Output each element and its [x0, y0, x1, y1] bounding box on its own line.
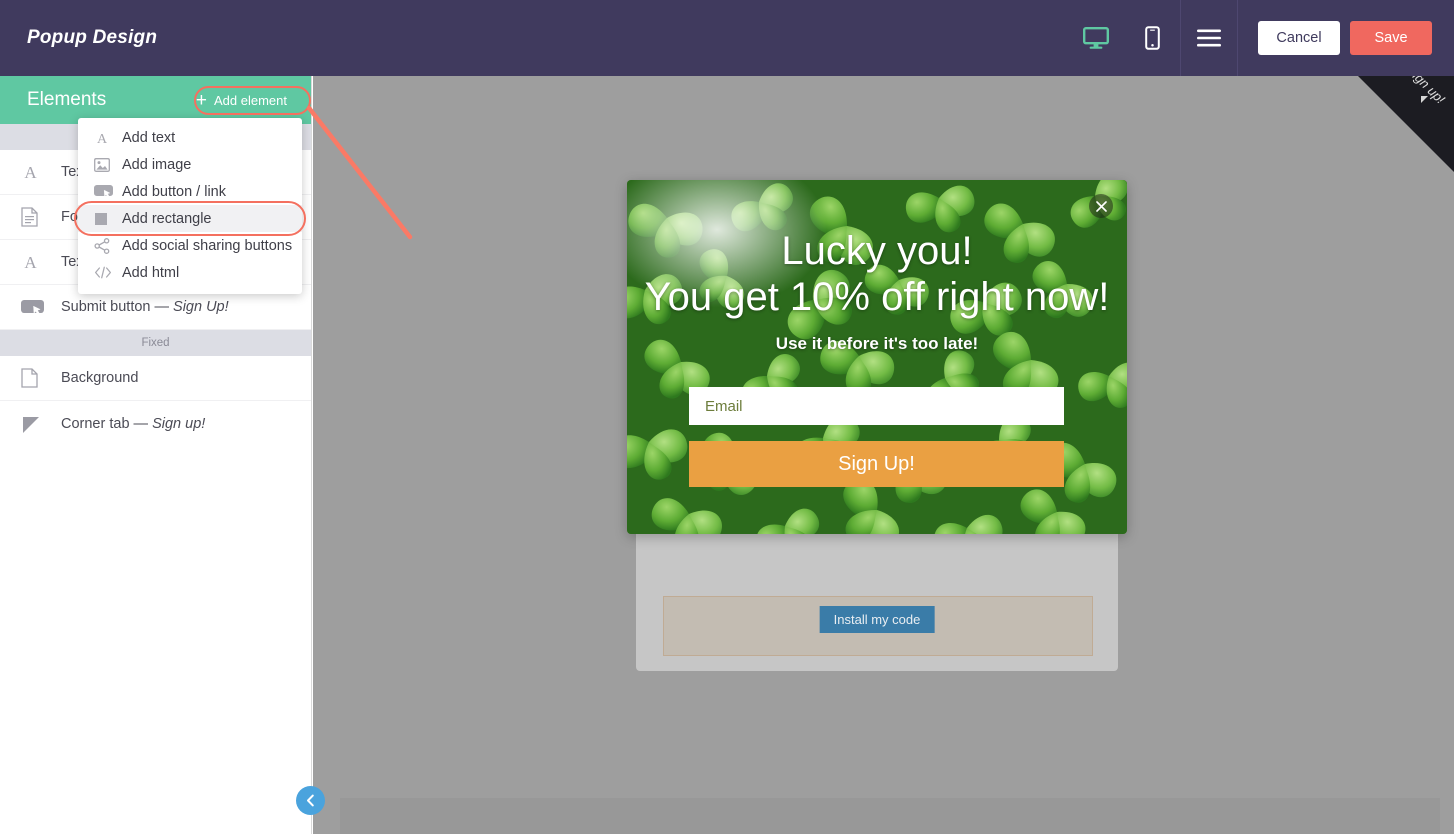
menu-item-label: Add text [122, 129, 176, 146]
sidebar-group-header-fixed: Fixed [0, 330, 311, 356]
menu-item-add-text[interactable]: A Add text [78, 124, 302, 151]
sidebar-item-corner-tab[interactable]: Corner tab — Sign up! [0, 401, 311, 446]
sidebar-item-label: Submit button — Sign Up! [61, 299, 229, 315]
popup-headline-line2: You get 10% off right now! [644, 275, 1110, 319]
add-html-icon [94, 266, 122, 279]
popup-headline: Lucky you! You get 10% off right now! [627, 228, 1127, 320]
add-element-label: Add element [214, 92, 287, 108]
menu-item-add-image[interactable]: Add image [78, 151, 302, 178]
sidebar-header: Elements + Add element [0, 76, 311, 124]
sidebar-title: Elements [27, 89, 107, 110]
svg-text:A: A [97, 132, 108, 146]
canvas-bottom-shade [340, 798, 1440, 834]
desktop-icon [1083, 27, 1109, 49]
sidebar-item-background[interactable]: Background [0, 356, 311, 401]
corner-tab-icon [21, 414, 61, 434]
desktop-view-button[interactable] [1068, 0, 1124, 76]
collapse-sidebar-button[interactable] [296, 786, 325, 815]
add-image-icon [94, 157, 122, 172]
top-bar: Popup Design Cancel Save [0, 0, 1454, 76]
page-title: Popup Design [27, 27, 158, 48]
save-button[interactable]: Save [1350, 21, 1432, 55]
design-canvas: Install my code Lucky you! You get 10% o… [313, 76, 1454, 834]
add-rectangle-icon [94, 212, 122, 226]
svg-text:A: A [24, 163, 37, 182]
popup-design-editor: Popup Design Cancel Save Elements + Add … [0, 0, 1454, 834]
sidebar-item-label: Background [61, 370, 139, 386]
mobile-view-button[interactable] [1124, 0, 1180, 76]
cancel-button[interactable]: Cancel [1258, 21, 1340, 55]
popup-close-button[interactable] [1089, 194, 1113, 218]
form-icon [21, 207, 61, 227]
menu-item-add-social-sharing-buttons[interactable]: Add social sharing buttons [78, 232, 302, 259]
hamburger-menu-button[interactable] [1181, 0, 1237, 76]
menu-item-label: Add image [122, 156, 192, 173]
menu-item-add-html[interactable]: Add html [78, 259, 302, 286]
hamburger-menu-icon [1197, 29, 1221, 47]
text-icon: A [21, 163, 61, 182]
text-icon: A [21, 253, 61, 272]
install-my-code-button[interactable]: Install my code [819, 606, 935, 633]
popup-preview[interactable]: Lucky you! You get 10% off right now! Us… [627, 180, 1127, 534]
menu-item-label: Add social sharing buttons [122, 237, 293, 254]
top-bar-actions: Cancel Save [1068, 0, 1454, 76]
mobile-icon [1144, 26, 1160, 50]
menu-item-add-rectangle[interactable]: Add rectangle [74, 201, 306, 236]
page-icon [21, 368, 61, 388]
corner-tab[interactable]: Sign up! [1358, 76, 1454, 172]
popup-subheadline: Use it before it's too late! [775, 334, 979, 353]
menu-item-label: Add html [122, 264, 180, 281]
popup-content: Lucky you! You get 10% off right now! Us… [627, 180, 1127, 534]
sidebar-item-label: Corner tab — Sign up! [61, 415, 206, 432]
add-element-button[interactable]: + Add element [186, 86, 297, 115]
menu-item-add-button-link[interactable]: Add button / link [78, 178, 302, 205]
chevron-left-icon [307, 794, 314, 807]
plus-icon: + [195, 89, 207, 111]
add-button-icon [94, 185, 122, 198]
add-text-icon: A [94, 130, 122, 146]
svg-text:A: A [24, 253, 37, 272]
add-element-dropdown: A Add text Add image Add button / link A… [74, 118, 306, 294]
popup-headline-line1: Lucky you! [781, 229, 973, 273]
close-icon [1095, 200, 1107, 212]
button-icon [21, 299, 61, 315]
add-social-icon [94, 237, 122, 254]
menu-item-label: Add rectangle [122, 210, 212, 227]
toolbar-divider-2 [1237, 0, 1238, 76]
menu-item-label: Add button / link [122, 183, 226, 200]
